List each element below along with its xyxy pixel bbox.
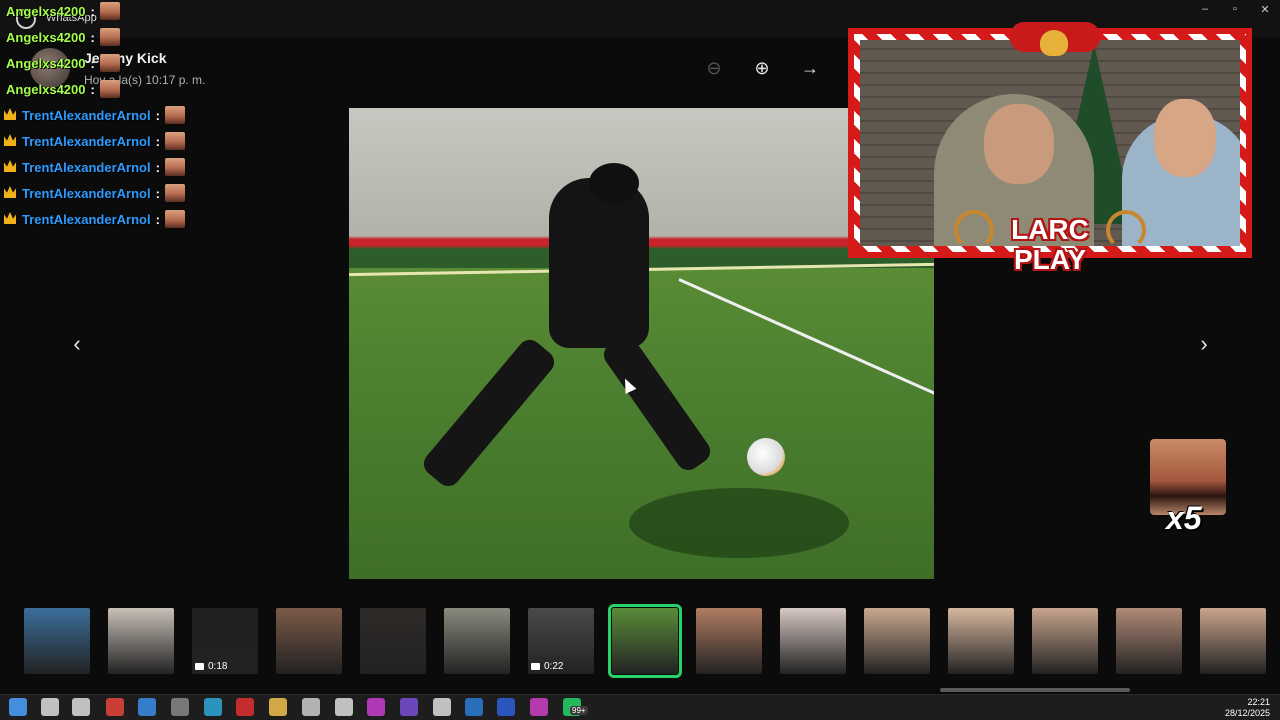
- previous-media-button[interactable]: ‹: [65, 332, 89, 356]
- app-icon[interactable]: [530, 698, 548, 716]
- app-icon[interactable]: [171, 698, 189, 716]
- chat-username: Angelxs4200: [6, 81, 86, 97]
- emote-icon: [164, 158, 185, 176]
- chat-line: TrentAlexanderArnol :: [0, 104, 185, 126]
- chat-username: TrentAlexanderArnol: [22, 133, 151, 149]
- whatsapp-media-viewer: WhatsApp – ▫ ✕ Jeremy Kick Hoy a la(s) 1…: [0, 0, 1280, 720]
- media-preview-image[interactable]: [349, 108, 934, 579]
- emote-icon: [164, 210, 185, 228]
- minimize-button[interactable]: –: [1190, 3, 1220, 19]
- media-thumbnail[interactable]: 0:18: [192, 608, 258, 674]
- emote-icon: [99, 2, 120, 20]
- chat-line: TrentAlexanderArnol :: [0, 156, 185, 178]
- channel-logo: LARC PLAY: [954, 210, 1146, 290]
- chat-line: TrentAlexanderArnol :: [0, 208, 185, 230]
- next-media-button[interactable]: ›: [1192, 332, 1216, 356]
- media-thumbnail[interactable]: [948, 608, 1014, 674]
- chat-username: Angelxs4200: [6, 29, 86, 45]
- chat-line: Angelxs4200 :: [0, 52, 120, 74]
- zoom-in-icon[interactable]: ⊕: [750, 56, 774, 80]
- chat-username: Angelxs4200: [6, 55, 86, 71]
- task-view-icon[interactable]: [72, 698, 90, 716]
- bells-icon: [1040, 30, 1068, 56]
- media-thumbnail[interactable]: [24, 608, 90, 674]
- media-thumbnail[interactable]: [608, 604, 682, 678]
- forward-icon[interactable]: →: [798, 56, 822, 80]
- clock-date[interactable]: 28/12/2025: [1222, 708, 1270, 718]
- notification-badge: 99+: [570, 706, 588, 715]
- media-thumbnail[interactable]: [1032, 608, 1098, 674]
- chat-separator: :: [155, 211, 160, 227]
- emote-icon: [99, 28, 120, 46]
- chat-separator: :: [90, 81, 95, 97]
- thumbnail-scrollbar[interactable]: [940, 688, 1130, 692]
- chat-separator: :: [155, 133, 160, 149]
- emote-icon: [164, 106, 185, 124]
- media-thumbnail[interactable]: [696, 608, 762, 674]
- media-thumbnail[interactable]: [1200, 608, 1266, 674]
- video-camera-icon: [531, 663, 540, 670]
- word-icon[interactable]: [497, 698, 515, 716]
- maximize-button[interactable]: ▫: [1220, 3, 1250, 19]
- media-thumbnail[interactable]: [780, 608, 846, 674]
- media-thumbnail[interactable]: 0:22: [528, 608, 594, 674]
- zoom-out-icon[interactable]: ⊖: [702, 56, 726, 80]
- clock-time[interactable]: 22:21: [1230, 697, 1270, 707]
- video-camera-icon: [195, 663, 204, 670]
- edge-icon[interactable]: [204, 698, 222, 716]
- chat-separator: :: [90, 29, 95, 45]
- video-duration: 0:22: [544, 661, 564, 672]
- media-thumbnail[interactable]: [1116, 608, 1182, 674]
- windows-taskbar: [0, 694, 1280, 720]
- chat-line: Angelxs4200 :: [0, 0, 120, 22]
- chat-line: TrentAlexanderArnol :: [0, 130, 185, 152]
- chat-username: Angelxs4200: [6, 3, 86, 19]
- file-explorer-icon[interactable]: [269, 698, 287, 716]
- app-icon[interactable]: [367, 698, 385, 716]
- chat-username: TrentAlexanderArnol: [22, 211, 151, 227]
- media-thumbnail[interactable]: [360, 608, 426, 674]
- emote-icon: [164, 132, 185, 150]
- app-icon[interactable]: [302, 698, 320, 716]
- store-icon[interactable]: [138, 698, 156, 716]
- chat-line: Angelxs4200 :: [0, 78, 120, 100]
- chat-line: Angelxs4200 :: [0, 26, 120, 48]
- chat-username: TrentAlexanderArnol: [22, 159, 151, 175]
- app-icon[interactable]: [335, 698, 353, 716]
- search-icon[interactable]: [41, 698, 59, 716]
- chat-line: TrentAlexanderArnol :: [0, 182, 185, 204]
- chat-separator: :: [90, 55, 95, 71]
- chat-username: TrentAlexanderArnol: [22, 107, 151, 123]
- logo-text-line2: PLAY: [1013, 244, 1087, 275]
- app-icon[interactable]: [433, 698, 451, 716]
- emote-combo-count: x5: [1166, 500, 1202, 536]
- media-thumbnail[interactable]: [444, 608, 510, 674]
- video-duration: 0:18: [208, 661, 228, 672]
- soccer-ball: [747, 438, 785, 476]
- emote-icon: [99, 54, 120, 72]
- chrome-icon[interactable]: [106, 698, 124, 716]
- media-thumbnail[interactable]: [864, 608, 930, 674]
- media-thumbnail-strip: 0:18 0:22: [0, 598, 1280, 686]
- chat-separator: :: [155, 159, 160, 175]
- chat-separator: :: [155, 185, 160, 201]
- media-thumbnail[interactable]: [276, 608, 342, 674]
- chat-separator: :: [155, 107, 160, 123]
- emote-icon: [164, 184, 185, 202]
- close-button[interactable]: ✕: [1250, 3, 1280, 19]
- emote-icon: [99, 80, 120, 98]
- chat-username: TrentAlexanderArnol: [22, 185, 151, 201]
- chat-separator: :: [90, 3, 95, 19]
- app-icon[interactable]: [400, 698, 418, 716]
- logo-text-line1: LARC: [1011, 214, 1089, 245]
- media-thumbnail[interactable]: [108, 608, 174, 674]
- windows-start-icon[interactable]: [9, 698, 27, 716]
- calculator-icon[interactable]: [465, 698, 483, 716]
- app-icon[interactable]: [236, 698, 254, 716]
